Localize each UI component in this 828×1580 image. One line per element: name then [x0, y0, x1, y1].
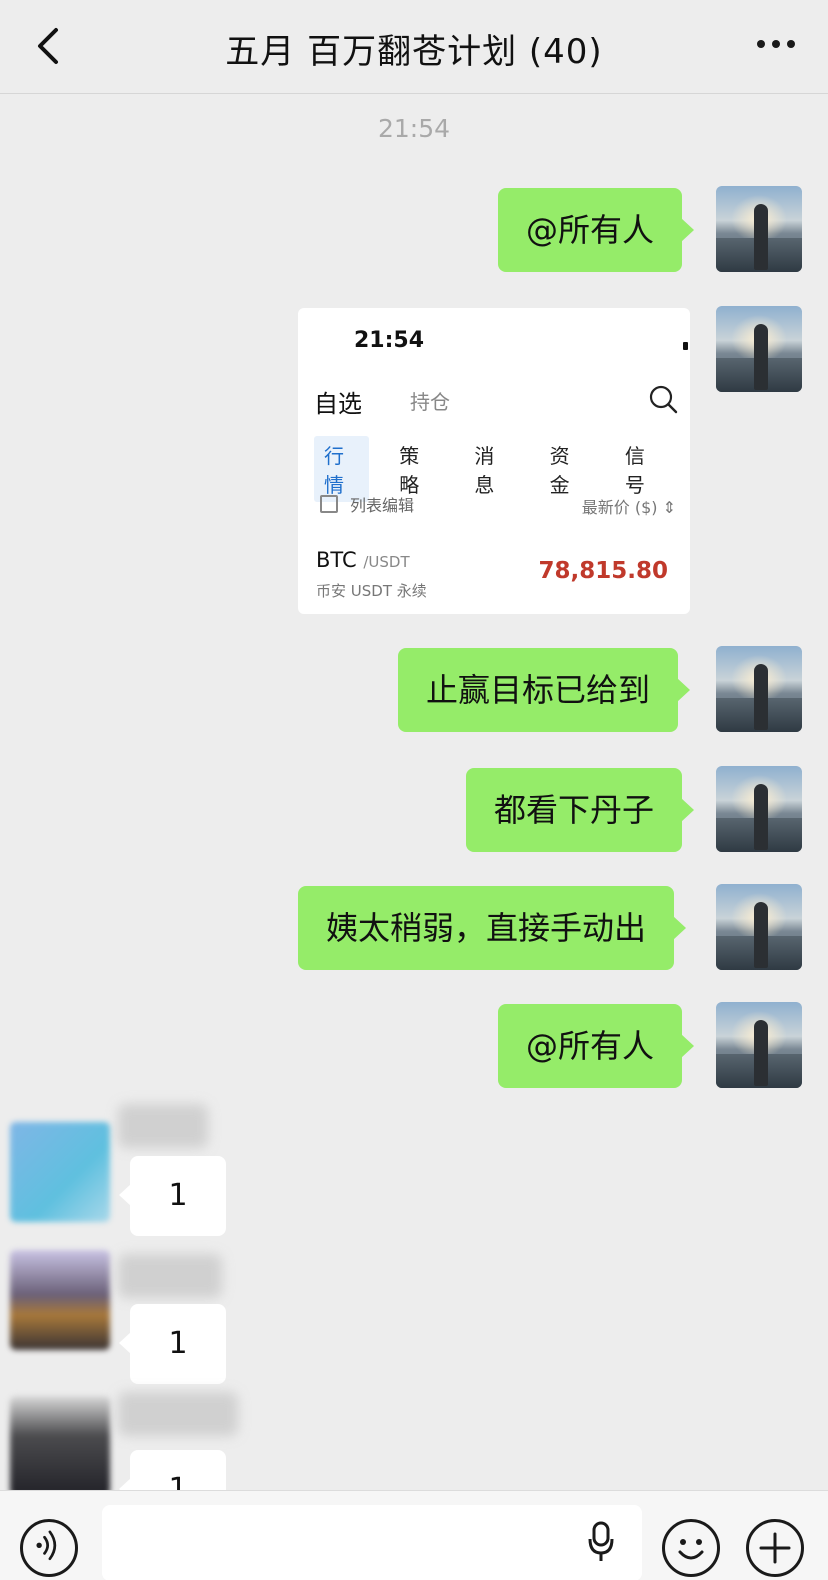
emoji-icon[interactable] — [662, 1519, 720, 1577]
message-input[interactable] — [102, 1505, 642, 1580]
card-time: 21:54 — [354, 328, 425, 353]
message-bubble[interactable]: 姨太稍弱，直接手动出 — [298, 886, 687, 970]
input-bar — [0, 1490, 828, 1580]
card-sub-tab: 资金 — [549, 444, 570, 497]
card-edit-list: 列表编辑 — [320, 492, 414, 516]
card-edit-label: 列表编辑 — [350, 496, 415, 515]
chat-title: 五月 百万翻苍计划 (40) — [225, 32, 603, 72]
message-bubble[interactable]: 1 — [119, 1304, 226, 1384]
avatar[interactable] — [716, 884, 802, 970]
image-message[interactable]: 21:54 自选 持仓 行情 策略 消息 资金 信号 列表编辑 最新价 ($) … — [298, 308, 690, 614]
avatar[interactable] — [716, 766, 802, 852]
member-name-redacted — [118, 1104, 208, 1148]
avatar[interactable] — [10, 1396, 110, 1496]
member-name-redacted — [118, 1392, 238, 1436]
more-dots-icon[interactable] — [752, 32, 800, 56]
card-tab-watchlist: 自选 — [314, 390, 362, 418]
avatar[interactable] — [716, 646, 802, 732]
message-bubble[interactable]: 1 — [119, 1156, 226, 1236]
message-bubble[interactable]: 止赢目标已给到 — [398, 648, 691, 732]
message-bubble[interactable]: @所有人 — [498, 188, 695, 272]
microphone-icon[interactable] — [588, 1521, 614, 1561]
card-exchange: 币安 USDT 永续 — [316, 582, 427, 600]
card-sub-tab: 消息 — [474, 444, 495, 497]
message-bubble[interactable]: @所有人 — [498, 1004, 695, 1088]
search-icon — [649, 385, 678, 414]
voice-icon[interactable] — [20, 1519, 78, 1577]
member-name-redacted — [118, 1254, 222, 1298]
battery-icon — [683, 342, 688, 350]
avatar[interactable] — [716, 186, 802, 272]
chat-header: 五月 百万翻苍计划 (40) — [0, 0, 828, 94]
plus-icon[interactable] — [746, 1519, 804, 1577]
edit-icon — [320, 495, 338, 513]
message-timestamp: 21:54 — [377, 114, 451, 143]
avatar[interactable] — [716, 306, 802, 392]
card-tab-positions: 持仓 — [410, 390, 450, 414]
avatar[interactable] — [716, 1002, 802, 1088]
card-price: 78,815.80 — [538, 558, 669, 584]
avatar[interactable] — [10, 1250, 110, 1350]
card-sub-tab: 信号 — [624, 444, 645, 497]
message-bubble[interactable]: 都看下丹子 — [466, 768, 695, 852]
card-price-header: 最新价 ($) ⇕ — [581, 498, 676, 517]
avatar[interactable] — [10, 1122, 110, 1222]
card-symbol: BTC /USDT — [316, 548, 410, 572]
